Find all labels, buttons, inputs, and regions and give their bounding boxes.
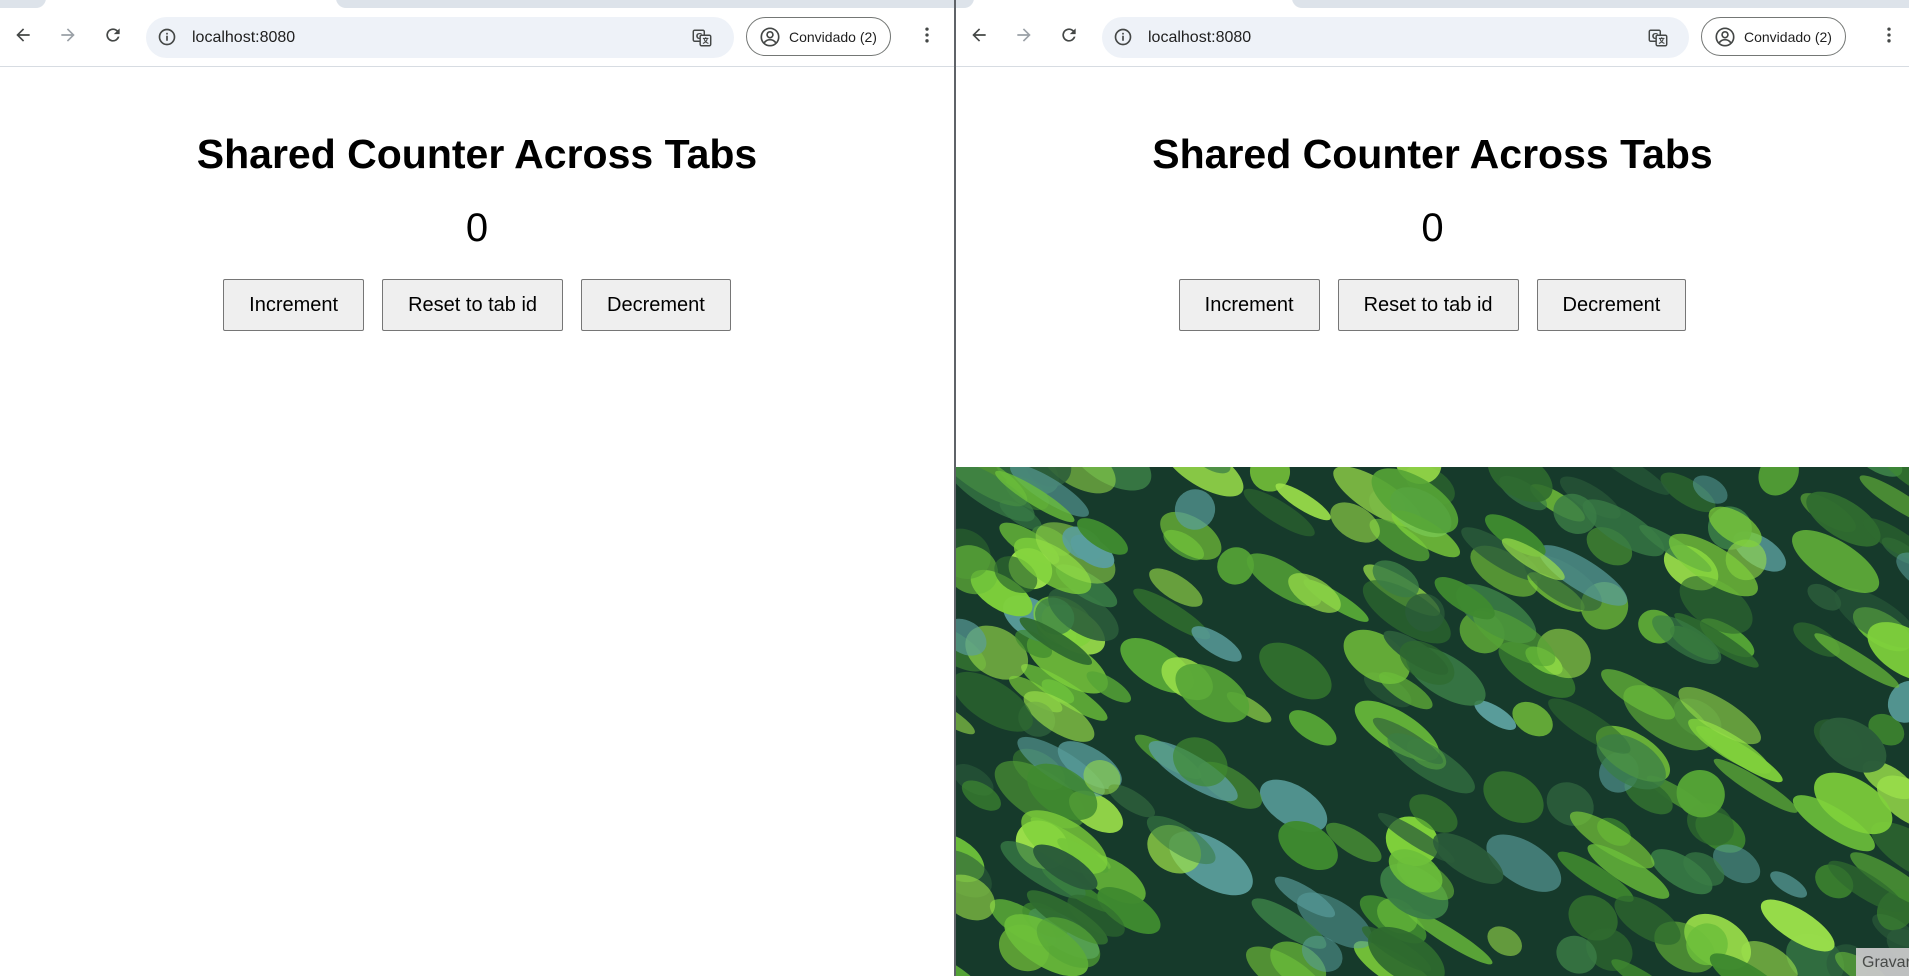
forest-canopy-image: [956, 467, 1909, 976]
increment-button[interactable]: Increment: [223, 279, 365, 331]
counter-value: 0: [465, 206, 489, 250]
tab-edge[interactable]: [1292, 0, 1909, 8]
reset-button[interactable]: Reset to tab id: [1337, 279, 1519, 331]
page-content: Shared Counter Across Tabs 0 Increment R…: [0, 67, 954, 976]
arrow-left-icon: [16, 28, 30, 42]
url-text[interactable]: localhost:8080: [192, 28, 295, 48]
desktop-screen: localhost:8080 G Convidado (2) Shared Co…: [0, 0, 1909, 976]
browser-menu-button[interactable]: [1874, 18, 1904, 52]
page-content: Shared Counter Across Tabs 0 Increment R…: [956, 67, 1909, 976]
browser-toolbar: localhost:8080 G Convidado (2): [956, 8, 1909, 67]
reload-icon: [1062, 28, 1076, 42]
address-bar[interactable]: localhost:8080 G: [146, 17, 734, 58]
page-title: Shared Counter Across Tabs: [196, 131, 758, 177]
address-bar[interactable]: localhost:8080 G: [1102, 17, 1689, 58]
reload-button[interactable]: [1052, 18, 1086, 52]
more-vert-icon: [925, 27, 929, 43]
url-text[interactable]: localhost:8080: [1148, 28, 1251, 48]
reset-button[interactable]: Reset to tab id: [382, 279, 564, 331]
profile-button[interactable]: Convidado (2): [746, 17, 891, 56]
forest-wallpaper: Gravar: [956, 467, 1909, 976]
back-button[interactable]: [6, 18, 40, 52]
tab-edge[interactable]: [336, 0, 954, 8]
arrow-right-icon: [61, 28, 75, 42]
translate-icon[interactable]: G: [1647, 27, 1669, 49]
page-title: Shared Counter Across Tabs: [1152, 131, 1713, 177]
back-button[interactable]: [962, 18, 996, 52]
decrement-button[interactable]: Decrement: [1536, 279, 1687, 331]
account-circle-icon: [760, 26, 780, 47]
info-icon[interactable]: [157, 27, 177, 47]
browser-window-left: localhost:8080 G Convidado (2) Shared Co…: [0, 0, 954, 976]
arrow-left-icon: [972, 28, 986, 42]
profile-button[interactable]: Convidado (2): [1701, 17, 1846, 56]
browser-toolbar: localhost:8080 G Convidado (2): [0, 8, 954, 67]
decrement-button[interactable]: Decrement: [581, 279, 731, 331]
tab-strip: [0, 0, 954, 8]
counter-controls: Increment Reset to tab id Decrement: [956, 279, 1909, 331]
account-circle-icon: [1715, 26, 1735, 47]
record-overlay-label[interactable]: Gravar: [1856, 948, 1909, 976]
info-icon[interactable]: [1113, 27, 1133, 47]
counter-value: 0: [1421, 206, 1444, 250]
tab-strip: [956, 0, 1909, 8]
browser-menu-button[interactable]: [912, 18, 942, 52]
profile-label: Convidado (2): [1744, 28, 1832, 45]
forward-button[interactable]: [51, 18, 85, 52]
tab-edge[interactable]: [956, 0, 974, 8]
translate-icon[interactable]: G: [691, 27, 713, 49]
reload-button[interactable]: [96, 18, 130, 52]
browser-window-right: localhost:8080 G Convidado (2) Shared Co…: [956, 0, 1909, 976]
tab-edge[interactable]: [0, 0, 46, 8]
increment-button[interactable]: Increment: [1178, 279, 1320, 331]
profile-label: Convidado (2): [789, 28, 877, 45]
counter-controls: Increment Reset to tab id Decrement: [0, 279, 954, 331]
more-vert-icon: [1887, 27, 1891, 43]
arrow-right-icon: [1017, 28, 1031, 42]
reload-icon: [106, 28, 120, 42]
forward-button[interactable]: [1007, 18, 1041, 52]
